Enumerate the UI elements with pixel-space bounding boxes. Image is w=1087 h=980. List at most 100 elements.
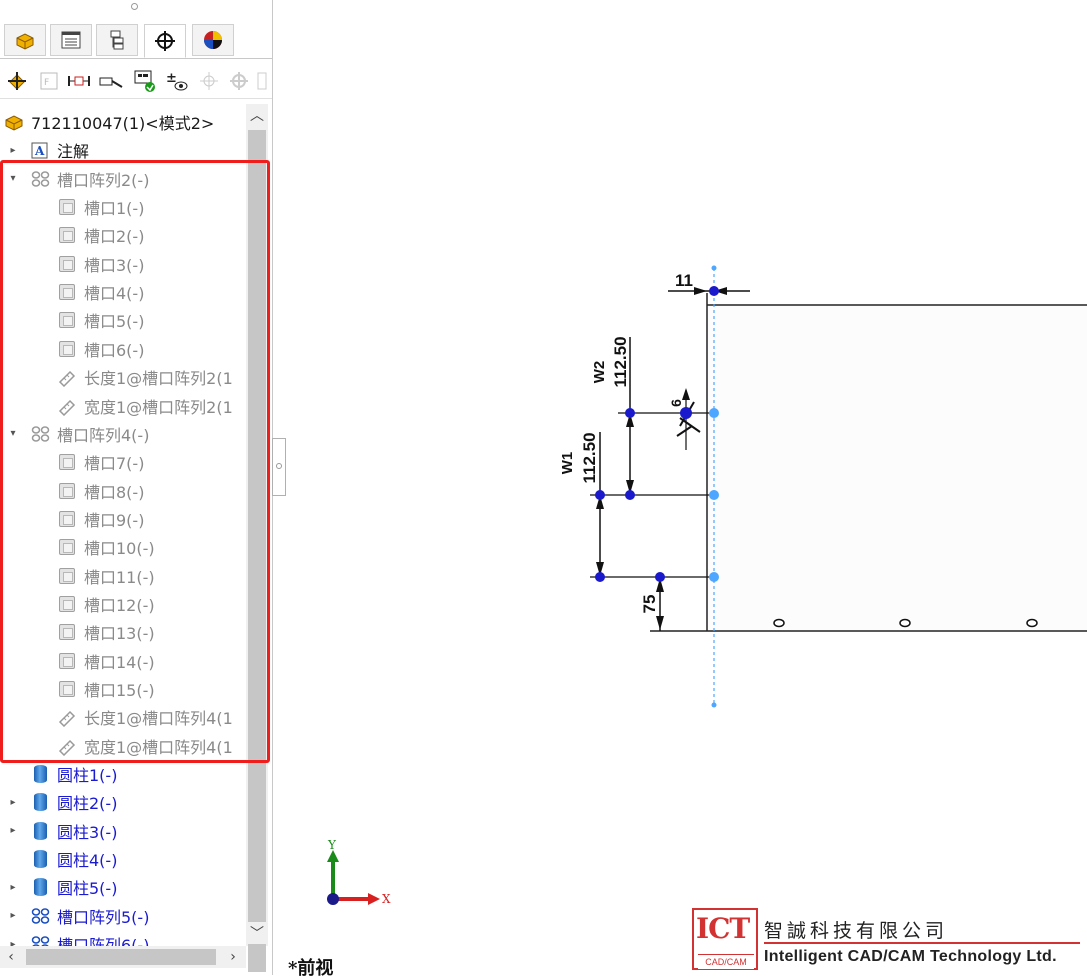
- collapse-arrow-icon[interactable]: ▾: [8, 173, 18, 184]
- expand-arrow-icon[interactable]: ▸: [8, 910, 18, 921]
- expand-arrow-icon[interactable]: ▸: [8, 939, 18, 946]
- tree-item[interactable]: ▸ 槽口阵列6(-): [0, 930, 246, 946]
- dim-text-w2-value: 112.50: [611, 336, 630, 387]
- tree-item-label: 宽度1@槽口阵列2(1: [84, 397, 233, 417]
- tree-item[interactable]: 槽口4(-): [0, 278, 246, 306]
- cylinder-icon: [30, 792, 50, 812]
- auto-dimension-icon[interactable]: [4, 68, 30, 94]
- feature-tree: 712110047(1)<模式2> ▸ A 注解 ▾ 槽口阵列2(-) 槽口1(-) 槽口2(…: [0, 104, 246, 946]
- more-icon[interactable]: [254, 68, 270, 94]
- annotation-icon: A: [30, 140, 50, 160]
- tree-item[interactable]: 长度1@槽口阵列4(1: [0, 703, 246, 731]
- tree-item-label: 槽口10(-): [84, 539, 155, 559]
- tree-item-label: 槽口9(-): [84, 510, 145, 530]
- tree-horizontal-scrollbar[interactable]: ‹ ›: [0, 946, 246, 968]
- configuration-icon: [110, 30, 124, 50]
- tree-item[interactable]: ▸ 圆柱3(-): [0, 817, 246, 845]
- tree-item[interactable]: 槽口3(-): [0, 250, 246, 278]
- limit-condition-icon[interactable]: F: [36, 68, 62, 94]
- tree-item-label: 槽口5(-): [84, 312, 145, 332]
- tree-item[interactable]: 槽口15(-): [0, 675, 246, 703]
- copy-scheme-icon[interactable]: [98, 68, 124, 94]
- tab-display-manager[interactable]: [192, 24, 234, 56]
- panel-grip[interactable]: [0, 0, 272, 18]
- tree-item[interactable]: 槽口6(-): [0, 335, 246, 363]
- x-axis-arrow: [368, 893, 380, 905]
- tree-item-label: 槽口11(-): [84, 567, 155, 587]
- tree-item[interactable]: 圆柱4(-): [0, 845, 246, 873]
- import-dimension-icon[interactable]: [132, 68, 158, 94]
- tree-item[interactable]: 槽口13(-): [0, 618, 246, 646]
- scroll-right-icon[interactable]: ›: [222, 946, 244, 968]
- vertical-scroll-thumb[interactable]: [248, 130, 266, 972]
- tree-item[interactable]: ▸ 槽口阵列5(-): [0, 902, 246, 930]
- horizontal-scroll-thumb[interactable]: [26, 949, 216, 965]
- tree-item[interactable]: 712110047(1)<模式2>: [0, 108, 246, 136]
- expand-arrow-icon[interactable]: ▸: [8, 145, 18, 156]
- tolerance-status-icon[interactable]: ±: [164, 68, 190, 94]
- tree-item-label: 槽口阵列4(-): [57, 425, 150, 445]
- tree-item[interactable]: ▸ 圆柱2(-): [0, 788, 246, 816]
- dimension-icon: [57, 736, 77, 756]
- tree-item[interactable]: 槽口12(-): [0, 590, 246, 618]
- tree-item-label: 注解: [57, 142, 90, 162]
- geometric-tolerance-icon[interactable]: [226, 68, 252, 94]
- slot-icon: [57, 452, 77, 472]
- slot-hole: [773, 618, 785, 628]
- tree-item[interactable]: ▾ 槽口阵列2(-): [0, 165, 246, 193]
- scroll-up-icon[interactable]: ︿: [246, 104, 268, 126]
- cylinder-icon: [30, 821, 50, 841]
- scroll-left-icon[interactable]: ‹: [0, 946, 22, 968]
- collapse-arrow-icon[interactable]: ▾: [8, 428, 18, 439]
- dim-text-w2-name: W2: [591, 361, 608, 384]
- tab-property-manager[interactable]: [50, 24, 92, 56]
- tree-item[interactable]: 槽口5(-): [0, 306, 246, 334]
- tree-item[interactable]: ▸ 圆柱5(-): [0, 873, 246, 901]
- tree-item-label: 槽口7(-): [84, 454, 145, 474]
- tree-item[interactable]: 槽口10(-): [0, 533, 246, 561]
- sketch-point: [680, 407, 692, 419]
- tree-item[interactable]: 槽口11(-): [0, 562, 246, 590]
- slot-icon: [57, 679, 77, 699]
- tree-item-label: 圆柱1(-): [57, 766, 118, 786]
- tree-item[interactable]: 槽口7(-): [0, 448, 246, 476]
- tree-item[interactable]: 槽口14(-): [0, 647, 246, 675]
- expand-arrow-icon[interactable]: ▸: [8, 825, 18, 836]
- slot-hole: [899, 618, 911, 628]
- tab-feature-manager[interactable]: [4, 24, 46, 56]
- tree-item[interactable]: ▾ 槽口阵列4(-): [0, 420, 246, 448]
- show-tolerance-status-icon[interactable]: [66, 68, 92, 94]
- datum-icon[interactable]: [196, 68, 222, 94]
- expand-arrow-icon[interactable]: ▸: [8, 882, 18, 893]
- view-name-label: *前视: [288, 958, 334, 979]
- panel-tabs: [0, 22, 272, 59]
- tree-item[interactable]: 槽口8(-): [0, 477, 246, 505]
- expand-arrow-icon[interactable]: ▸: [8, 797, 18, 808]
- tree-item[interactable]: 宽度1@槽口阵列4(1: [0, 732, 246, 760]
- tree-vertical-scrollbar[interactable]: ︿ ﹀: [246, 104, 268, 972]
- tree-item[interactable]: ▸ A 注解: [0, 136, 246, 164]
- tab-configuration-manager[interactable]: [96, 24, 138, 56]
- tree-item-label: 槽口阵列6(-): [57, 936, 150, 946]
- tree-item-label: 圆柱4(-): [57, 851, 118, 871]
- tree-item[interactable]: 槽口2(-): [0, 221, 246, 249]
- tab-dimxpert-manager[interactable]: [144, 24, 186, 58]
- tree-item[interactable]: 宽度1@槽口阵列2(1: [0, 392, 246, 420]
- cylinder-icon: [30, 849, 50, 869]
- tree-item[interactable]: 圆柱1(-): [0, 760, 246, 788]
- sketch-point-light: [709, 408, 719, 418]
- centerline-bottom-point: [711, 702, 717, 708]
- property-list-icon: [61, 31, 81, 49]
- graphics-area[interactable]: 11 W2 112.50 W1 112.50 6 75 Y X: [274, 0, 1087, 975]
- slot-icon: [57, 651, 77, 671]
- tree-item[interactable]: 槽口1(-): [0, 193, 246, 221]
- part-icon: [4, 112, 24, 132]
- sketch-drawing: 11 W2 112.50 W1 112.50 6 75 Y X: [327, 265, 1087, 906]
- crosshair-icon: [155, 31, 175, 51]
- centerline-top-point: [711, 265, 717, 271]
- appearance-icon: [204, 31, 222, 49]
- tree-item[interactable]: 槽口9(-): [0, 505, 246, 533]
- dim-text-w1-name: W1: [559, 452, 576, 475]
- scroll-down-icon[interactable]: ﹀: [246, 922, 268, 944]
- tree-item[interactable]: 长度1@槽口阵列2(1: [0, 363, 246, 391]
